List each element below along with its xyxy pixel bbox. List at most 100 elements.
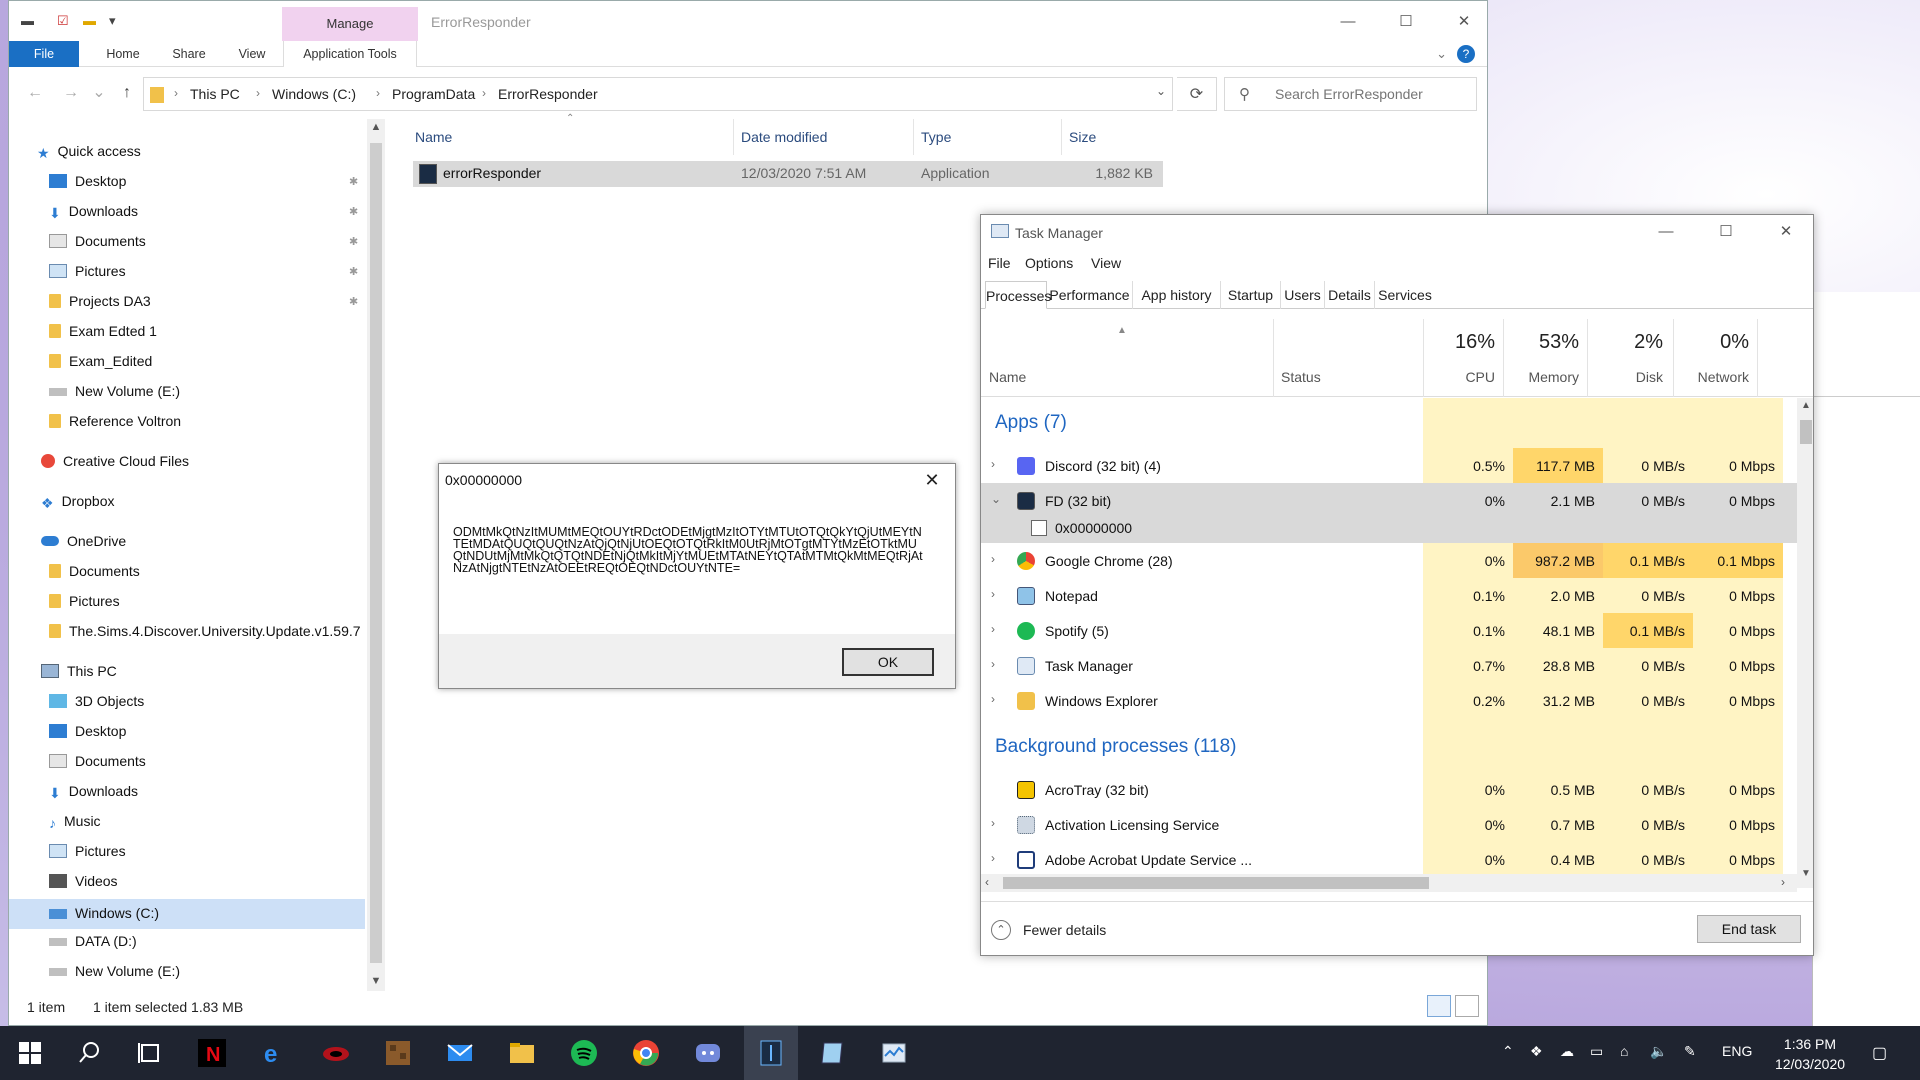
header-memory[interactable]: Memory <box>1503 369 1579 385</box>
nav-new-volume-e[interactable]: New Volume (E:) <box>49 377 180 405</box>
large-icons-view-icon[interactable] <box>1455 995 1479 1017</box>
chevron-down-icon[interactable]: ⌄ <box>991 492 1001 506</box>
forward-icon[interactable]: → <box>59 81 83 105</box>
chevron-right-icon[interactable]: › <box>991 816 995 830</box>
tab-startup[interactable]: Startup <box>1221 281 1281 309</box>
chevron-right-icon[interactable]: › <box>991 692 995 706</box>
scroll-up-icon[interactable]: ▲ <box>1797 400 1813 411</box>
search-box[interactable]: ⚲ <box>1224 77 1477 111</box>
maximize-button[interactable]: ☐ <box>1383 7 1429 37</box>
nav-quick-access[interactable]: ★ Quick access <box>37 137 141 165</box>
edge-icon[interactable]: e <box>260 1039 288 1067</box>
task-manager-icon[interactable] <box>880 1039 908 1067</box>
chevron-right-icon[interactable]: › <box>991 587 995 601</box>
tm-horizontal-scrollbar[interactable]: ‹ › <box>981 874 1797 892</box>
nav-downloads[interactable]: ⬇ Downloads <box>49 197 138 225</box>
nav-pc-downloads[interactable]: ⬇ Downloads <box>49 777 138 805</box>
minimize-button[interactable]: — <box>1637 217 1695 247</box>
search-icon[interactable] <box>76 1039 104 1067</box>
chevron-up-icon[interactable]: ⌃ <box>991 920 1011 940</box>
process-child-row[interactable]: 0x00000000 <box>981 513 1797 543</box>
game-app-icon[interactable] <box>322 1039 350 1067</box>
file-explorer-icon[interactable] <box>508 1039 536 1067</box>
fewer-details-link[interactable]: Fewer details <box>1023 922 1106 938</box>
tab-performance[interactable]: Performance <box>1047 281 1133 309</box>
column-name[interactable]: Name <box>415 123 452 151</box>
new-folder-icon[interactable]: ▬ <box>83 13 96 28</box>
breadcrumb-windows-c[interactable]: Windows (C:) <box>272 86 356 102</box>
battery-icon[interactable]: ▭ <box>1590 1043 1603 1060</box>
notepad-icon[interactable] <box>818 1039 846 1067</box>
chevron-down-icon[interactable]: ⌄ <box>1156 84 1166 98</box>
scroll-up-icon[interactable]: ▲ <box>367 121 385 133</box>
nav-exam-edted-1[interactable]: Exam Edted 1 <box>49 317 157 345</box>
file-row[interactable]: errorResponder 12/03/2020 7:51 AM Applic… <box>413 161 1163 187</box>
scroll-down-icon[interactable]: ▼ <box>367 975 385 987</box>
maximize-button[interactable]: ☐ <box>1697 217 1755 247</box>
expand-ribbon-icon[interactable]: ⌄ <box>1436 46 1447 62</box>
tab-users[interactable]: Users <box>1281 281 1325 309</box>
fd-app-icon[interactable] <box>757 1039 785 1067</box>
chevron-right-icon[interactable]: › <box>991 657 995 671</box>
nav-scrollbar[interactable]: ▲ ▼ <box>367 119 385 991</box>
tab-details[interactable]: Details <box>1325 281 1375 309</box>
nav-pc-documents[interactable]: Documents <box>49 747 146 775</box>
nav-dropbox[interactable]: ❖ Dropbox <box>41 487 114 515</box>
chrome-icon[interactable] <box>632 1039 660 1067</box>
process-row-task-manager[interactable]: › Task Manager 0.7% 28.8 MB 0 MB/s 0 Mbp… <box>981 648 1797 683</box>
refresh-icon[interactable]: ⟳ <box>1177 77 1217 111</box>
scroll-down-icon[interactable]: ▼ <box>1797 868 1813 879</box>
chevron-right-icon[interactable]: › <box>991 457 995 471</box>
process-row-spotify[interactable]: › Spotify (5) 0.1% 48.1 MB 0.1 MB/s 0 Mb… <box>981 613 1797 648</box>
nav-music[interactable]: ♪ Music <box>49 807 101 835</box>
nav-documents[interactable]: Documents <box>49 227 146 255</box>
nav-data-d[interactable]: DATA (D:) <box>49 927 137 955</box>
notification-icon[interactable]: ▢ <box>1872 1043 1887 1063</box>
scroll-left-icon[interactable]: ‹ <box>985 875 989 889</box>
column-type[interactable]: Type <box>921 123 951 151</box>
scrollbar-thumb[interactable] <box>370 143 382 963</box>
tab-file[interactable]: File <box>9 41 79 67</box>
back-icon[interactable]: ← <box>23 81 47 105</box>
menu-file[interactable]: File <box>988 255 1011 271</box>
chevron-right-icon[interactable]: › <box>991 851 995 865</box>
discord-icon[interactable] <box>694 1039 722 1067</box>
spotify-icon[interactable] <box>570 1039 598 1067</box>
minecraft-icon[interactable] <box>384 1039 412 1067</box>
menu-view[interactable]: View <box>1091 255 1121 271</box>
nav-pictures[interactable]: Pictures <box>49 257 126 285</box>
address-bar[interactable]: › This PC › Windows (C:) › ProgramData ›… <box>143 77 1173 111</box>
nav-projects-da3[interactable]: Projects DA3 <box>49 287 151 315</box>
ok-button[interactable]: OK <box>842 648 934 676</box>
process-row-acrotray[interactable]: AcroTray (32 bit) 0% 0.5 MB 0 MB/s 0 Mbp… <box>981 772 1797 807</box>
process-row-discord[interactable]: › Discord (32 bit) (4) 0.5% 117.7 MB 0 M… <box>981 448 1797 483</box>
scrollbar-thumb[interactable] <box>1800 420 1812 444</box>
close-button[interactable]: ✕ <box>1441 7 1487 37</box>
process-row-activation-licensing[interactable]: › Activation Licensing Service 0% 0.7 MB… <box>981 807 1797 842</box>
breadcrumb-errorresponder[interactable]: ErrorResponder <box>498 86 598 102</box>
up-icon[interactable]: ↑ <box>115 81 139 105</box>
column-size[interactable]: Size <box>1069 123 1096 151</box>
column-date-modified[interactable]: Date modified <box>741 123 827 151</box>
nav-3d-objects[interactable]: 3D Objects <box>49 687 144 715</box>
nav-videos[interactable]: Videos <box>49 867 118 895</box>
language-indicator[interactable]: ENG <box>1722 1043 1752 1059</box>
minimize-button[interactable]: — <box>1325 7 1371 37</box>
scroll-right-icon[interactable]: › <box>1781 875 1785 889</box>
nav-pc-pictures[interactable]: Pictures <box>49 837 126 865</box>
clock[interactable]: 1:36 PM 12/03/2020 <box>1760 1034 1860 1074</box>
process-row-chrome[interactable]: › Google Chrome (28) 0% 987.2 MB 0.1 MB/… <box>981 543 1797 578</box>
close-button[interactable]: ✕ <box>1757 217 1813 247</box>
header-disk[interactable]: Disk <box>1587 369 1663 385</box>
header-cpu[interactable]: CPU <box>1423 369 1495 385</box>
nav-exam-edited[interactable]: Exam_Edited <box>49 347 152 375</box>
nav-reference-voltron[interactable]: Reference Voltron <box>49 407 181 435</box>
process-row-adobe-update[interactable]: › Adobe Acrobat Update Service ... 0% 0.… <box>981 842 1797 874</box>
properties-icon[interactable]: ☑ <box>57 13 69 29</box>
cloud-sync-icon[interactable]: ☁ <box>1560 1043 1574 1060</box>
menu-options[interactable]: Options <box>1025 255 1073 271</box>
nav-onedrive-pictures[interactable]: Pictures <box>49 587 120 615</box>
breadcrumb-programdata[interactable]: ProgramData <box>392 86 475 102</box>
tab-share[interactable]: Share <box>161 41 217 67</box>
nav-onedrive[interactable]: OneDrive <box>41 527 126 555</box>
